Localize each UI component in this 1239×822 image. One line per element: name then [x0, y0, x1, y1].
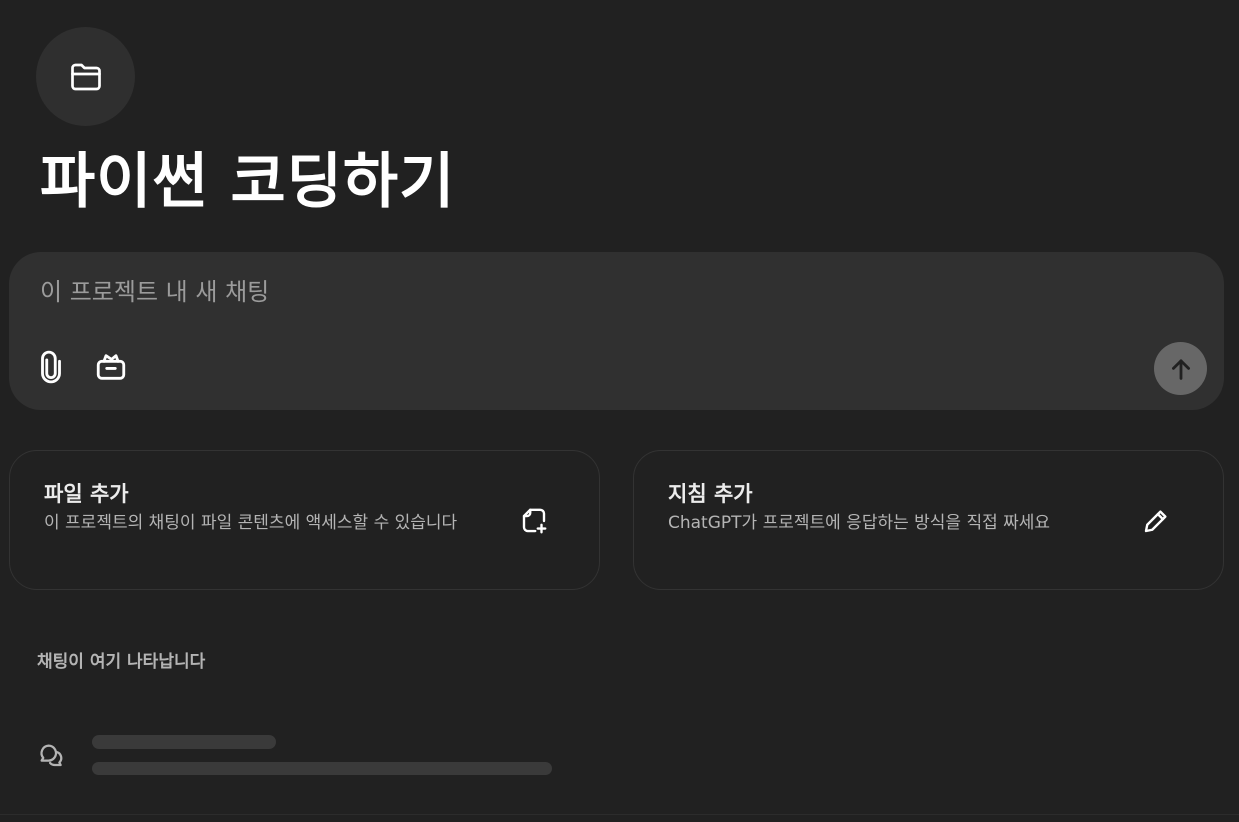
add-files-card[interactable]: 파일 추가 이 프로젝트의 채팅이 파일 콘텐츠에 액세스할 수 있습니다 — [9, 450, 600, 590]
project-folder-button[interactable] — [36, 27, 135, 126]
chats-empty-label: 채팅이 여기 나타납니다 — [37, 652, 206, 672]
project-page: 파이썬 코딩하기 파일 추가 이 프로젝트의 채팅이 파일 콘텐츠에 액세스 — [0, 0, 1239, 822]
new-chat-input[interactable] — [40, 272, 1140, 312]
chat-bubbles-icon — [40, 744, 63, 767]
add-file-icon — [522, 508, 547, 534]
paperclip-icon — [41, 350, 61, 384]
composer — [9, 252, 1224, 410]
project-title[interactable]: 파이썬 코딩하기 — [40, 140, 455, 224]
chat-placeholder-row — [0, 720, 1239, 790]
toolbox-icon — [96, 354, 126, 380]
arrow-up-icon — [1171, 358, 1190, 380]
add-files-icon-wrap — [516, 503, 552, 539]
chat-preview-skeleton — [92, 762, 552, 775]
chat-title-skeleton — [92, 735, 276, 749]
add-instructions-title: 지침 추가 — [668, 482, 753, 506]
bottom-divider — [0, 814, 1239, 815]
add-instructions-card[interactable]: 지침 추가 ChatGPT가 프로젝트에 응답하는 방식을 직접 짜세요 — [633, 450, 1224, 590]
send-button[interactable] — [1154, 342, 1207, 395]
add-instructions-icon-wrap — [1138, 503, 1174, 539]
folder-icon — [70, 63, 101, 90]
tools-button[interactable] — [91, 347, 131, 387]
add-files-title: 파일 추가 — [44, 482, 129, 506]
attach-button[interactable] — [31, 347, 71, 387]
add-instructions-description: ChatGPT가 프로젝트에 응답하는 방식을 직접 짜세요 — [668, 513, 1051, 533]
add-files-description: 이 프로젝트의 채팅이 파일 콘텐츠에 액세스할 수 있습니다 — [44, 513, 458, 533]
pencil-icon — [1144, 510, 1167, 533]
